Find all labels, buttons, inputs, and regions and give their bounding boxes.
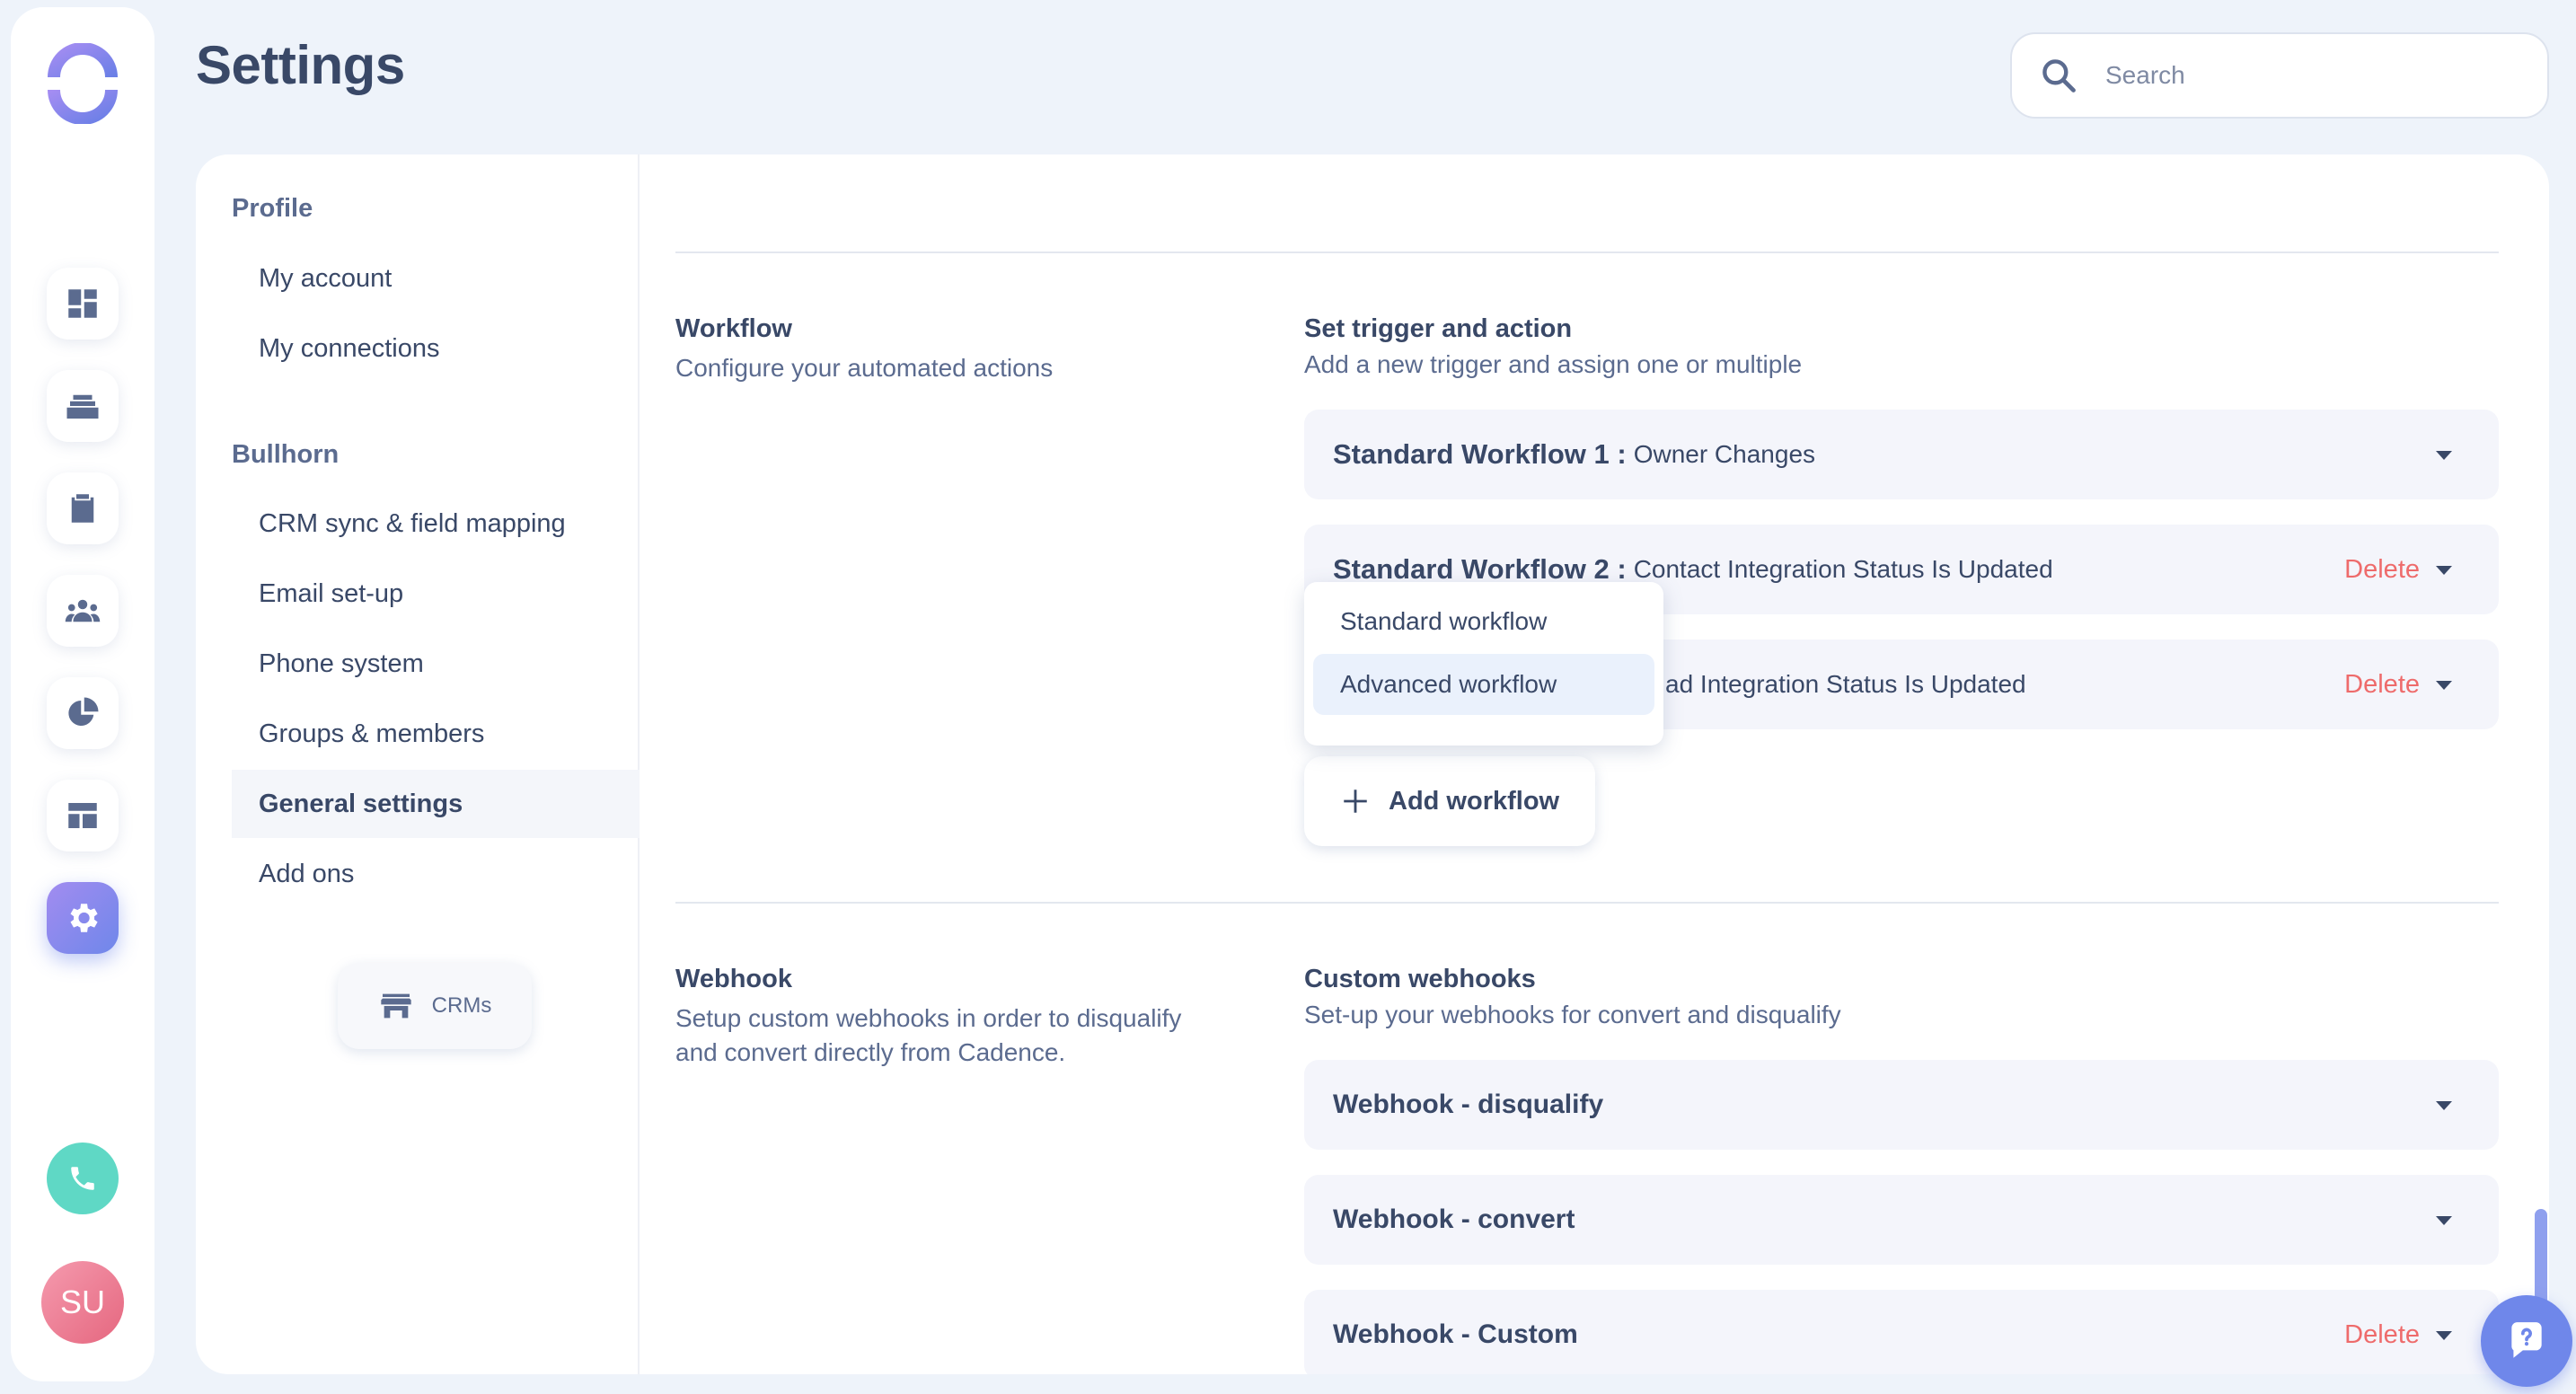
- add-workflow-label: Add workflow: [1389, 786, 1560, 816]
- webhook-panel-description: Set-up your webhooks for convert and dis…: [1304, 1001, 1841, 1028]
- add-workflow-button[interactable]: Add workflow: [1304, 756, 1595, 846]
- phone-button[interactable]: [47, 1143, 119, 1214]
- workflow-type-menu: Standard workflow Advanced workflow: [1304, 582, 1663, 746]
- dashboard-icon: [68, 289, 97, 318]
- workflow-panel-description: Add a new trigger and assign one or mult…: [1304, 350, 1803, 378]
- nav-layers-button[interactable]: [47, 370, 119, 442]
- template-icon: [68, 803, 97, 828]
- chevron-down-icon[interactable]: [2436, 451, 2452, 460]
- divider: [675, 902, 2499, 904]
- search-icon: [2042, 59, 2076, 93]
- nav-item-email-setup[interactable]: Email set-up: [232, 560, 640, 628]
- delete-button[interactable]: Delete: [2344, 555, 2420, 585]
- app-logo[interactable]: [47, 42, 119, 125]
- chevron-down-icon[interactable]: [2436, 1216, 2452, 1225]
- delete-button[interactable]: Delete: [2344, 670, 2420, 700]
- logo-icon: [48, 42, 118, 125]
- webhook-name: Webhook - Custom: [1333, 1319, 1578, 1349]
- nav-item-my-account[interactable]: My account: [232, 244, 640, 313]
- nav-people-button[interactable]: [47, 575, 119, 647]
- gear-icon: [70, 904, 98, 932]
- menu-item-standard-workflow[interactable]: Standard workflow: [1313, 591, 1654, 652]
- workflow-accordion-1[interactable]: Standard Workflow 1 : Owner Changes: [1304, 410, 2499, 499]
- delete-button[interactable]: Delete: [2344, 1320, 2420, 1350]
- workflow-trigger: Owner Changes: [1633, 440, 1816, 468]
- plus-icon: [1344, 790, 1367, 813]
- nav-templates-button[interactable]: [47, 780, 119, 851]
- left-rail: SU: [11, 7, 154, 1381]
- nav-dashboard-button[interactable]: [47, 268, 119, 340]
- webhook-title: Webhook: [675, 965, 792, 993]
- search-box[interactable]: [2010, 32, 2549, 119]
- phone-icon: [71, 1167, 94, 1190]
- pie-chart-icon: [68, 697, 99, 726]
- webhook-description-line1: Setup custom webhooks in order to disqua…: [675, 1004, 1182, 1032]
- clipboard-icon: [71, 494, 94, 523]
- workflow-description: Configure your automated actions: [675, 354, 1054, 382]
- help-chat-icon: [2511, 1322, 2542, 1358]
- webhook-accordion-convert[interactable]: Webhook - convert: [1304, 1175, 2499, 1265]
- help-chat-button[interactable]: [2481, 1295, 2572, 1387]
- webhook-panel-title: Custom webhooks: [1304, 965, 1536, 993]
- nav-item-add-ons[interactable]: Add ons: [232, 840, 640, 908]
- chevron-down-icon[interactable]: [2436, 681, 2452, 690]
- page-title: Settings: [196, 35, 405, 95]
- settings-card: Profile My account My connections Bullho…: [196, 154, 2549, 1374]
- nav-item-groups-members[interactable]: Groups & members: [232, 700, 640, 768]
- crms-button[interactable]: CRMs: [338, 963, 532, 1049]
- webhook-description-line2: and convert directly from Cadence.: [675, 1038, 1066, 1066]
- crms-label: CRMs: [431, 993, 492, 1018]
- nav-heading-profile: Profile: [232, 194, 313, 223]
- layers-icon: [66, 394, 99, 419]
- chevron-down-icon[interactable]: [2436, 1101, 2452, 1110]
- webhook-name: Webhook - convert: [1333, 1204, 1575, 1234]
- nav-item-crm-sync[interactable]: CRM sync & field mapping: [232, 490, 640, 558]
- search-input[interactable]: [2105, 61, 2519, 90]
- nav-tasks-button[interactable]: [47, 472, 119, 544]
- divider: [675, 251, 2499, 253]
- people-icon: [65, 599, 101, 622]
- workflow-name: Standard Workflow 1 :: [1333, 438, 1627, 470]
- nav-item-phone-system[interactable]: Phone system: [232, 630, 640, 698]
- store-icon: [381, 993, 411, 1019]
- workflow-name: Standard Workflow 2 :: [1333, 553, 1627, 585]
- chevron-down-icon[interactable]: [2436, 1331, 2452, 1340]
- workflow-trigger: ad Integration Status Is Updated: [1665, 670, 2026, 698]
- nav-settings-button[interactable]: [47, 882, 119, 954]
- chevron-down-icon[interactable]: [2436, 566, 2452, 575]
- webhook-name: Webhook - disqualify: [1333, 1090, 1604, 1119]
- workflow-panel-title: Set trigger and action: [1304, 314, 1573, 343]
- workflow-title: Workflow: [675, 314, 792, 343]
- nav-heading-bullhorn: Bullhorn: [232, 440, 340, 469]
- settings-sidebar: Profile My account My connections Bullho…: [196, 154, 640, 1374]
- nav-item-my-connections[interactable]: My connections: [232, 314, 640, 383]
- nav-reports-button[interactable]: [47, 677, 119, 749]
- user-avatar[interactable]: SU: [41, 1261, 124, 1344]
- nav-item-general-settings[interactable]: General settings: [232, 770, 640, 838]
- menu-item-advanced-workflow[interactable]: Advanced workflow: [1313, 654, 1654, 715]
- workflow-trigger: Contact Integration Status Is Updated: [1633, 555, 2053, 583]
- webhook-accordion-disqualify[interactable]: Webhook - disqualify: [1304, 1060, 2499, 1150]
- webhook-accordion-custom[interactable]: Webhook - Custom Delete: [1304, 1290, 2499, 1374]
